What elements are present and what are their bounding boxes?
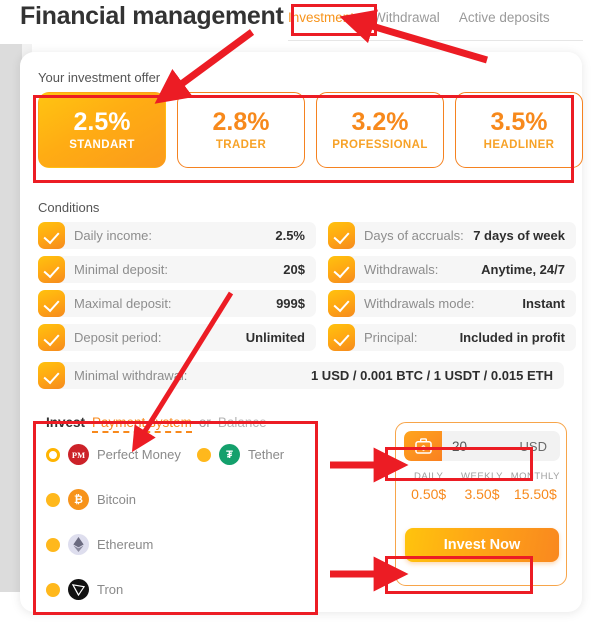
annotation-box-plans	[33, 95, 574, 183]
condition-row: Principal: Included in profit	[328, 324, 576, 351]
condition-key: Principal:	[364, 330, 418, 345]
annotation-box-amount	[385, 447, 533, 481]
condition-value: Instant	[522, 296, 565, 311]
condition-value: 7 days of week	[473, 228, 565, 243]
condition-row: Days of accruals: 7 days of week	[328, 222, 576, 249]
page-title: Financial management	[20, 2, 284, 30]
projection-monthly-value: 15.50$	[513, 486, 557, 502]
condition-value: Unlimited	[245, 330, 305, 345]
condition-value: 1 USD / 0.001 BTC / 1 USDT / 0.015 ETH	[310, 368, 553, 383]
condition-value: 20$	[283, 262, 305, 277]
check-icon	[38, 324, 65, 351]
condition-row: Minimal deposit: 20$	[38, 256, 316, 283]
condition-key: Daily income:	[74, 228, 153, 243]
header-divider	[288, 40, 583, 41]
check-icon	[328, 256, 355, 283]
projection-daily-value: 0.50$	[411, 486, 447, 502]
condition-key: Days of accruals:	[364, 228, 464, 243]
condition-row: Maximal deposit: 999$	[38, 290, 316, 317]
projection-weekly-value: 3.50$	[464, 486, 500, 502]
check-icon	[328, 222, 355, 249]
condition-row: Withdrawals mode: Instant	[328, 290, 576, 317]
condition-row: Withdrawals: Anytime, 24/7	[328, 256, 576, 283]
condition-row: Minimal withdrawal: 1 USD / 0.001 BTC / …	[38, 362, 564, 389]
tab-withdrawal[interactable]: Withdrawal	[373, 8, 440, 27]
check-icon	[38, 256, 65, 283]
condition-value: Anytime, 24/7	[481, 262, 565, 277]
annotation-box-investment-tab	[291, 4, 377, 36]
conditions-grid: Daily income: 2.5% Days of accruals: 7 d…	[38, 222, 576, 351]
check-icon	[328, 290, 355, 317]
left-scroll-gutter	[0, 44, 22, 592]
condition-row: Deposit period: Unlimited	[38, 324, 316, 351]
investment-offer-label: Your investment offer	[38, 70, 161, 85]
condition-key: Maximal deposit:	[74, 296, 172, 311]
condition-key: Minimal deposit:	[74, 262, 168, 277]
condition-key: Minimal withdrawal:	[74, 368, 188, 383]
check-icon	[38, 222, 65, 249]
condition-value: 2.5%	[275, 228, 305, 243]
minimal-withdrawal-row: Minimal withdrawal: 1 USD / 0.001 BTC / …	[38, 362, 564, 389]
annotation-box-payment-system	[33, 421, 318, 615]
check-icon	[38, 362, 65, 389]
condition-value: Included in profit	[459, 330, 565, 345]
check-icon	[38, 290, 65, 317]
condition-key: Withdrawals:	[364, 262, 439, 277]
condition-row: Daily income: 2.5%	[38, 222, 316, 249]
condition-key: Withdrawals mode:	[364, 296, 475, 311]
check-icon	[328, 324, 355, 351]
tab-active-deposits[interactable]: Active deposits	[459, 8, 550, 27]
annotation-box-invest-now	[385, 556, 533, 594]
condition-value: 999$	[276, 296, 305, 311]
condition-key: Deposit period:	[74, 330, 162, 345]
conditions-label: Conditions	[38, 200, 100, 215]
